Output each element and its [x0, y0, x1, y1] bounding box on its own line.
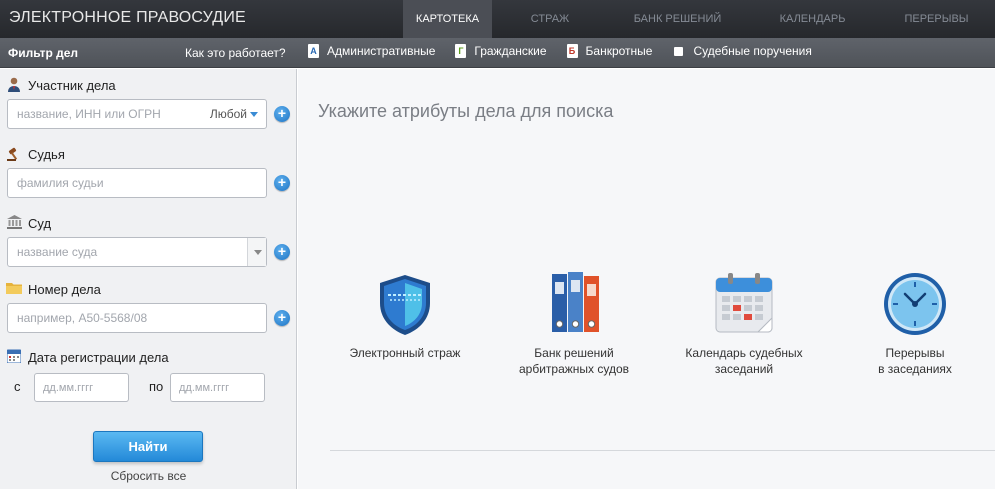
calendar-icon [6, 349, 22, 365]
main-content: Укажите атрибуты дела для поиска Электро… [298, 69, 995, 489]
how-it-works-link[interactable]: Как это работает? [185, 46, 286, 60]
court-label: Суд [28, 215, 52, 231]
tab-kartoteka[interactable]: КАРТОТЕКА [403, 0, 492, 38]
tile-label-line2: заседаний [714, 362, 774, 376]
reg-date-label: Дата регистрации дела [28, 349, 169, 365]
filter-sidebar: Участник дела Любой + Судья + Суд [0, 69, 297, 489]
sub-bar: Фильтр дел Как это работает? А Администр… [0, 38, 995, 68]
find-button[interactable]: Найти [93, 431, 203, 462]
court-heading: Суд [6, 215, 51, 231]
court-dropdown-toggle[interactable] [247, 238, 266, 266]
administrative-icon: А [308, 44, 319, 58]
judge-field [7, 168, 267, 198]
judge-label: Судья [28, 146, 65, 162]
bankruptcy-icon: Б [566, 44, 578, 58]
category-label: Административные [327, 44, 436, 58]
tile-label-line1: Банк решений [534, 346, 614, 360]
participant-label: Участник дела [28, 77, 116, 93]
tile-label-line1: Календарь судебных [685, 346, 803, 360]
reg-date-heading: Дата регистрации дела [6, 349, 169, 365]
person-icon [6, 77, 22, 93]
category-filters: А Административные Г Гражданские Б Банкр… [308, 44, 832, 58]
court-orders-checkbox-icon[interactable] [674, 46, 684, 56]
participant-field: Любой [7, 99, 267, 129]
tile-label-line1: Электронный страж [349, 346, 461, 360]
court-input[interactable] [8, 238, 243, 266]
clock-icon [884, 273, 946, 335]
civil-icon: Г [455, 44, 467, 58]
tile-label-line1: Перерывы [885, 346, 945, 360]
tile-label-line2: арбитражных судов [518, 362, 630, 376]
brand-title[interactable]: ЭЛЕКТРОННОЕ ПРАВОСУДИЕ [9, 9, 246, 27]
tab-pereryvy[interactable]: ПЕРЕРЫВЫ [878, 0, 995, 38]
participant-heading: Участник дела [6, 77, 116, 93]
category-label: Судебные поручения [693, 44, 812, 58]
category-label: Банкротные [585, 44, 653, 58]
add-case-number-button[interactable]: + [274, 310, 290, 326]
category-court-orders[interactable]: Судебные поручения [672, 44, 812, 58]
judge-heading: Судья [6, 146, 65, 162]
category-label: Гражданские [474, 44, 547, 58]
tile-label: Электронный страж [335, 345, 475, 361]
court-field [7, 237, 267, 267]
courthouse-icon [6, 215, 22, 231]
tile-label: Календарь судебных заседаний [674, 345, 814, 377]
tab-bank-resheniy[interactable]: БАНК РЕШЕНИЙ [608, 0, 747, 38]
participant-role-dropdown[interactable]: Любой [210, 107, 258, 121]
participant-role-value: Любой [209, 107, 247, 121]
date-from-input[interactable] [35, 374, 128, 401]
case-number-field [7, 303, 267, 333]
folder-icon [6, 281, 22, 297]
page-title: Укажите атрибуты дела для поиска [318, 101, 614, 121]
category-civil[interactable]: Г Гражданские [455, 44, 547, 58]
tab-strazh[interactable]: СТРАЖ [492, 0, 608, 38]
calendar-icon [715, 273, 773, 333]
binders-icon [552, 272, 599, 332]
participant-input[interactable] [8, 100, 203, 128]
tab-kalendar[interactable]: КАЛЕНДАРЬ [747, 0, 878, 38]
case-number-heading: Номер дела [6, 281, 101, 297]
tile-label-line2: в заседаниях [878, 362, 952, 376]
chevron-down-icon [250, 112, 258, 118]
date-to-label: по [149, 379, 164, 394]
reset-all-link[interactable]: Сбросить все [0, 469, 297, 483]
category-bankruptcy[interactable]: Б Банкротные [566, 44, 653, 58]
filter-title: Фильтр дел [8, 46, 79, 60]
tile-label: Перерывы в заседаниях [845, 345, 985, 377]
date-to-field [170, 373, 265, 402]
judge-input[interactable] [8, 169, 266, 197]
add-participant-button[interactable]: + [274, 106, 290, 122]
case-number-label: Номер дела [28, 281, 101, 297]
gavel-icon [6, 146, 22, 162]
date-from-label: с [14, 379, 21, 394]
tile-label: Банк решений арбитражных судов [504, 345, 644, 377]
category-administrative[interactable]: А Административные [308, 44, 435, 58]
date-to-input[interactable] [171, 374, 264, 401]
add-court-button[interactable]: + [274, 244, 290, 260]
add-judge-button[interactable]: + [274, 175, 290, 191]
shield-icon [380, 275, 430, 335]
date-from-field [34, 373, 129, 402]
divider [330, 450, 995, 451]
case-number-input[interactable] [8, 304, 266, 332]
top-bar: ЭЛЕКТРОННОЕ ПРАВОСУДИЕ КАРТОТЕКА СТРАЖ Б… [0, 0, 995, 38]
top-nav: КАРТОТЕКА СТРАЖ БАНК РЕШЕНИЙ КАЛЕНДАРЬ П… [403, 0, 995, 38]
